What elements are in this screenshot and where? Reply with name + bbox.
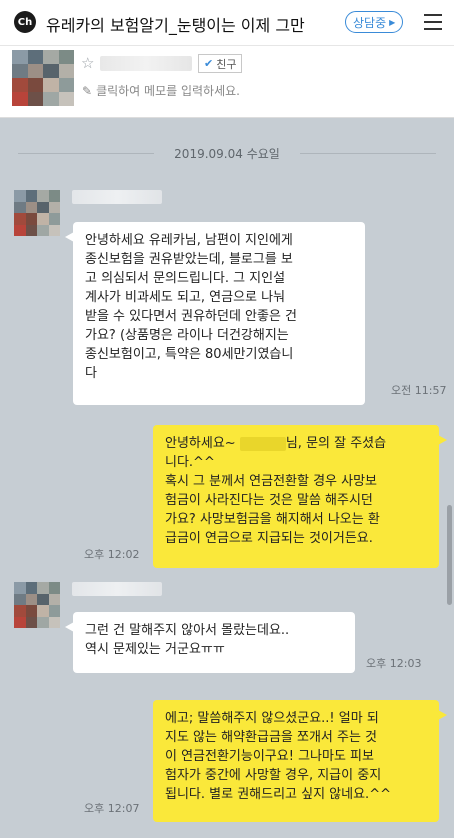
message-text: 안녕하세요~ 님, 문의 잘 주셨습 니다.^^ 혹시 그 분께서 연금전환할 … (165, 434, 427, 548)
recipient-name-redacted (239, 436, 286, 451)
memo-input[interactable]: ✎ 클릭하여 메모를 입력하세요. (82, 82, 240, 99)
friend-label: 친구 (216, 57, 237, 71)
message-time: 오후 12:07 (84, 802, 140, 815)
message-time: 오전 11:57 (391, 384, 447, 397)
memo-placeholder: 클릭하여 메모를 입력하세요. (96, 84, 240, 98)
message-bubble-sent: 에고; 말씀해주지 않으셨군요..! 얼마 되 지도 않는 해약환급금을 쪼개서… (153, 700, 447, 822)
profile-panel: ☆ ✔ 친구 ✎ 클릭하여 메모를 입력하세요. (0, 46, 454, 118)
scrollbar-thumb[interactable] (447, 505, 452, 605)
message-bubble-received: 안녕하세요 유레카님, 남편이 지인에게 종신보험을 권유받았는데, 블로그를 … (65, 222, 365, 405)
star-icon[interactable]: ☆ (81, 54, 94, 72)
consult-status-button[interactable]: 상담중 ▶ (345, 11, 404, 33)
message-text: 그런 건 말해주지 않아서 몰랐는데요.. 역시 문제있는 거군요ㅠㅠ (85, 623, 290, 657)
avatar[interactable] (14, 582, 60, 628)
profile-name-redacted (100, 56, 192, 71)
message-time: 오후 12:02 (84, 548, 140, 561)
message-time: 오후 12:03 (366, 657, 422, 670)
chat-title: 유레카의 보험알기_눈탱이는 이제 그만 (46, 16, 305, 35)
message-bubble-sent: 안녕하세요~ 님, 문의 잘 주셨습 니다.^^ 혹시 그 분께서 연금전환할 … (153, 425, 447, 568)
chevron-right-icon: ▶ (389, 17, 396, 27)
friend-badge: ✔ 친구 (198, 54, 243, 73)
message-bubble-received: 그런 건 말해주지 않아서 몰랐는데요.. 역시 문제있는 거군요ㅠㅠ (65, 612, 355, 673)
message-text: 안녕하세요 유레카님, 남편이 지인에게 종신보험을 권유받았는데, 블로그를 … (85, 233, 298, 381)
sender-name-redacted (72, 582, 162, 596)
chat-header: Ch 유레카의 보험알기_눈탱이는 이제 그만 상담중 ▶ (0, 0, 454, 46)
avatar[interactable] (14, 190, 60, 236)
date-divider-line-right (300, 153, 436, 154)
pencil-icon: ✎ (82, 83, 93, 98)
message-greeting: 안녕하세요~ (165, 436, 236, 451)
message-text-rest: 님, 문의 잘 주셨습 니다.^^ 혹시 그 분께서 연금전환할 경우 사망보 … (165, 436, 387, 546)
consult-status-label: 상담중 (353, 15, 387, 30)
avatar[interactable] (12, 50, 74, 106)
message-text: 에고; 말씀해주지 않으셨군요..! 얼마 되 지도 않는 해약환급금을 쪼개서… (165, 711, 391, 802)
sender-name-redacted (72, 190, 162, 204)
channel-logo-icon: Ch (14, 11, 36, 33)
hamburger-menu-icon[interactable] (424, 14, 442, 30)
check-icon: ✔ (204, 57, 214, 70)
